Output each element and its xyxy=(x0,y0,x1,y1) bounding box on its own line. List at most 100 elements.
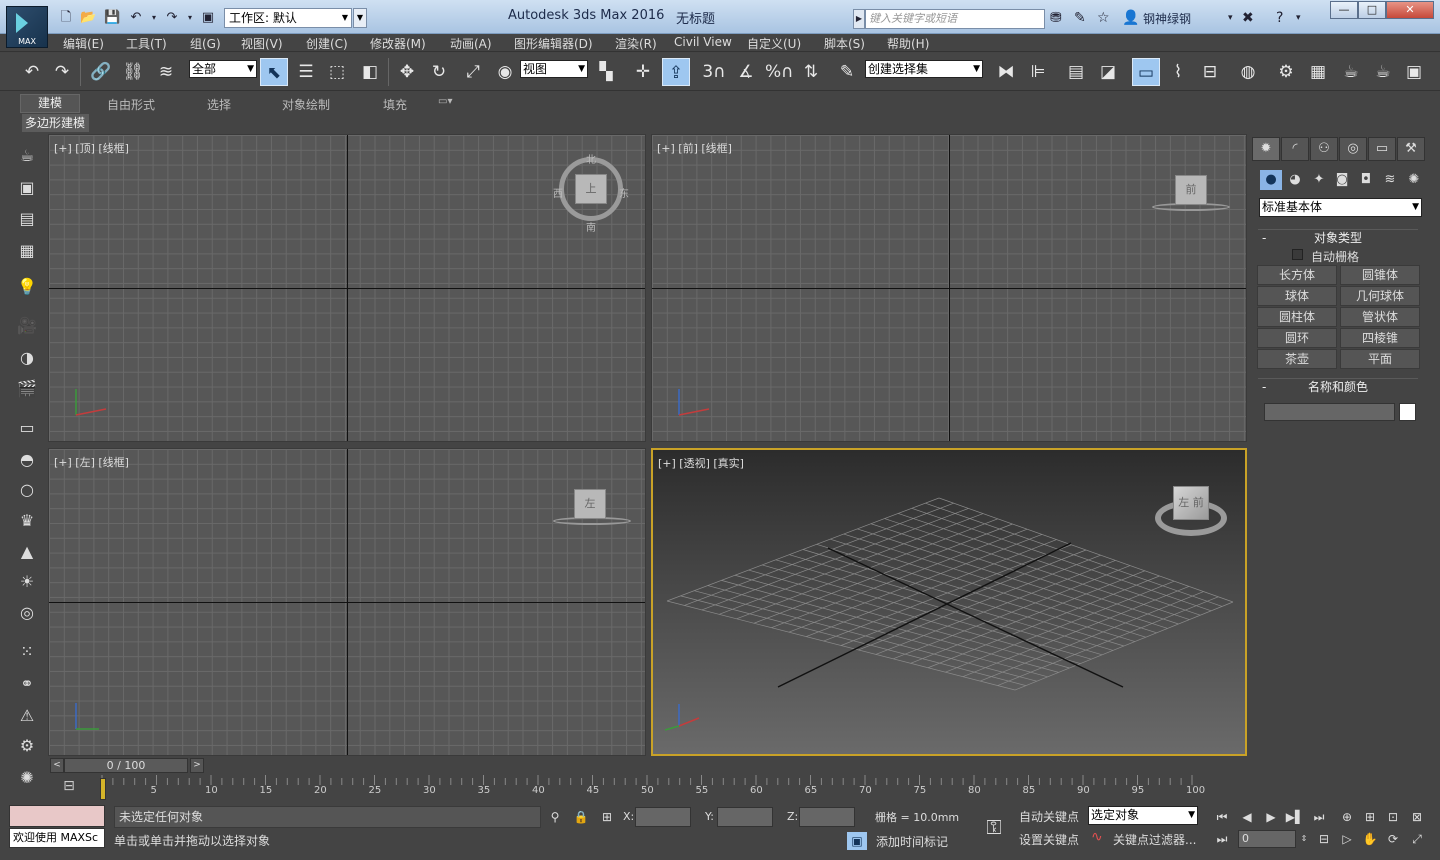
disc-icon[interactable]: ◎ xyxy=(13,600,41,626)
menu-civil-view[interactable]: Civil View xyxy=(674,35,732,49)
help-icon[interactable]: ? xyxy=(1276,10,1283,26)
list-panel-icon[interactable]: ▦ xyxy=(13,238,41,264)
tripod-icon[interactable]: ⚠ xyxy=(13,703,41,729)
x-coordinate-field[interactable] xyxy=(635,807,691,827)
maxscript-listener-pink[interactable] xyxy=(9,805,105,827)
user-name[interactable]: 钢神绿钢 xyxy=(1143,10,1191,27)
cylinder-button[interactable]: 圆柱体 xyxy=(1257,307,1337,327)
set-key-button[interactable]: 设置关键点 xyxy=(1019,831,1079,848)
helpers-category-icon[interactable]: ◘ xyxy=(1355,170,1377,190)
shapes-category-icon[interactable]: ◕ xyxy=(1284,170,1306,190)
chevron-down-icon[interactable]: ▾ xyxy=(1296,10,1301,26)
toggle-scene-explorer-icon[interactable]: ▤ xyxy=(1062,58,1090,86)
molecule-icon[interactable]: ⚭ xyxy=(13,671,41,697)
y-coordinate-field[interactable] xyxy=(717,807,773,827)
object-color-swatch[interactable] xyxy=(1399,403,1416,421)
rollout-name-color[interactable]: - 名称和颜色 xyxy=(1258,378,1418,395)
toggle-layer-explorer-icon[interactable]: ◪ xyxy=(1094,58,1122,86)
zoom-extents-all-icon[interactable]: ⊠ xyxy=(1407,808,1427,826)
time-configuration-icon[interactable]: ⊟ xyxy=(1314,830,1334,848)
reference-coordinate-dropdown[interactable]: 视图 ▼ xyxy=(520,60,588,78)
rotate-icon[interactable]: ↻ xyxy=(425,58,453,86)
menu-scripting[interactable]: 脚本(S) xyxy=(824,35,865,52)
render-activeshade-icon[interactable]: ▣ xyxy=(1400,58,1428,86)
open-mini-curve-editor-icon[interactable]: ⊟ xyxy=(58,778,80,798)
mirror-icon[interactable]: ⧓ xyxy=(992,58,1020,86)
render-production-icon[interactable]: ☕ xyxy=(1337,58,1365,86)
exchange-apps-icon[interactable]: ✖ xyxy=(1242,10,1254,26)
orbit-icon[interactable]: ⟳ xyxy=(1383,830,1403,848)
viewcube[interactable]: 左 xyxy=(574,489,606,519)
sphere-button[interactable]: 球体 xyxy=(1257,286,1337,306)
project-folder-icon[interactable]: ▣ xyxy=(200,10,216,26)
align-icon[interactable]: ⊫ xyxy=(1024,58,1052,86)
cone-button[interactable]: 圆锥体 xyxy=(1340,265,1420,285)
menu-customize[interactable]: 自定义(U) xyxy=(747,35,801,52)
pivot-center-icon[interactable]: ▚ xyxy=(592,58,620,86)
set-key-icon[interactable]: ⚿ xyxy=(976,812,1012,842)
save-file-icon[interactable]: 💾 xyxy=(104,10,120,26)
rollout-object-type[interactable]: - 对象类型 xyxy=(1258,229,1418,246)
search-input[interactable]: 键入关键字或短语 xyxy=(865,9,1045,29)
maximize-viewport-icon[interactable]: ⤢ xyxy=(1407,830,1427,848)
systems-category-icon[interactable]: ✺ xyxy=(1403,170,1425,190)
object-name-input[interactable] xyxy=(1264,403,1395,421)
z-coordinate-field[interactable] xyxy=(799,807,855,827)
ribbon-options-icon[interactable]: ▭▾ xyxy=(438,96,452,107)
menu-rendering[interactable]: 渲染(R) xyxy=(615,35,657,52)
dome-icon[interactable]: ◓ xyxy=(13,447,41,473)
tab-object-paint[interactable]: 对象绘制 xyxy=(282,96,330,113)
favorites-star-icon[interactable]: ☆ xyxy=(1097,10,1110,26)
rendered-frame-window-icon[interactable]: ▦ xyxy=(1304,58,1332,86)
tab-selection[interactable]: 选择 xyxy=(207,96,231,113)
sweep-icon[interactable]: ♛ xyxy=(13,508,41,534)
render-iterative-icon[interactable]: ☕ xyxy=(1369,58,1397,86)
menu-animation[interactable]: 动画(A) xyxy=(450,35,492,52)
maximize-button[interactable]: □ xyxy=(1358,1,1386,19)
absolute-mode-icon[interactable]: ⊞ xyxy=(597,808,617,826)
redo-icon[interactable]: ↷ xyxy=(164,10,180,26)
tab-modeling[interactable]: 建模 xyxy=(20,94,80,113)
search-expand-icon[interactable]: ▶ xyxy=(853,9,865,29)
sphere-half-icon[interactable]: ◑ xyxy=(13,345,41,371)
teapot-icon[interactable]: ☕ xyxy=(13,143,41,169)
time-tag-icon[interactable]: ▣ xyxy=(847,832,867,850)
geosphere-button[interactable]: 几何球体 xyxy=(1340,286,1420,306)
time-next-icon[interactable]: > xyxy=(190,758,204,773)
box-button[interactable]: 长方体 xyxy=(1257,265,1337,285)
camera-icon[interactable]: 🎥 xyxy=(13,313,41,339)
viewport-label[interactable]: [+] [顶] [线框] xyxy=(54,140,129,156)
zoom-all-icon[interactable]: ⊞ xyxy=(1360,808,1380,826)
cameras-category-icon[interactable]: ◙ xyxy=(1331,170,1353,190)
add-time-tag[interactable]: 添加时间标记 xyxy=(876,833,948,850)
menu-views[interactable]: 视图(V) xyxy=(241,35,283,52)
select-object-icon[interactable]: ⬉ xyxy=(260,58,288,86)
document-icon[interactable]: ▤ xyxy=(13,206,41,232)
redo-dropdown-icon[interactable]: ▾ xyxy=(182,10,198,26)
field-of-view-icon[interactable]: ▷ xyxy=(1337,830,1357,848)
key-filters-button[interactable]: 关键点过滤器... xyxy=(1113,831,1196,848)
image-viewer-icon[interactable]: ▣ xyxy=(13,175,41,201)
viewport-label[interactable]: [+] [透视] [真实] xyxy=(658,455,744,471)
isolate-selection-icon[interactable]: ⚲ xyxy=(545,808,565,826)
track-bar[interactable]: 5 10 15 20 25 30 35 40 45 50 55 60 65 70 75 80 85 90 95 100 xyxy=(48,775,1248,803)
move-icon[interactable]: ✥ xyxy=(393,58,421,86)
motion-tab-icon[interactable]: ◎ xyxy=(1339,137,1367,161)
time-slider[interactable]: 0 / 100 xyxy=(64,758,188,773)
gear-icon[interactable]: ⚙ xyxy=(13,733,41,759)
viewport-front[interactable]: [+] [前] [线框] 前 xyxy=(651,134,1247,442)
key-mode-dropdown[interactable]: 选定对象 ▼ xyxy=(1088,806,1198,825)
modify-tab-icon[interactable]: ◜ xyxy=(1281,137,1309,161)
named-selection-sets-dropdown[interactable]: 创建选择集 ▼ xyxy=(865,60,983,78)
pan-icon[interactable]: ✋ xyxy=(1360,830,1380,848)
place-icon[interactable]: ◉ xyxy=(491,58,519,86)
rectangular-selection-icon[interactable]: ⬚ xyxy=(323,58,351,86)
go-to-end-icon[interactable]: ⏭ xyxy=(1309,808,1329,826)
material-editor-icon[interactable]: ◍ xyxy=(1234,58,1262,86)
tab-populate[interactable]: 填充 xyxy=(383,96,407,113)
app-logo-button[interactable]: MAX xyxy=(6,6,48,48)
grass-icon[interactable]: ✺ xyxy=(13,765,41,791)
zoom-extents-icon[interactable]: ⊡ xyxy=(1383,808,1403,826)
teapot-button[interactable]: 茶壶 xyxy=(1257,349,1337,369)
geometry-type-dropdown[interactable]: 标准基本体 ▼ xyxy=(1259,198,1422,217)
